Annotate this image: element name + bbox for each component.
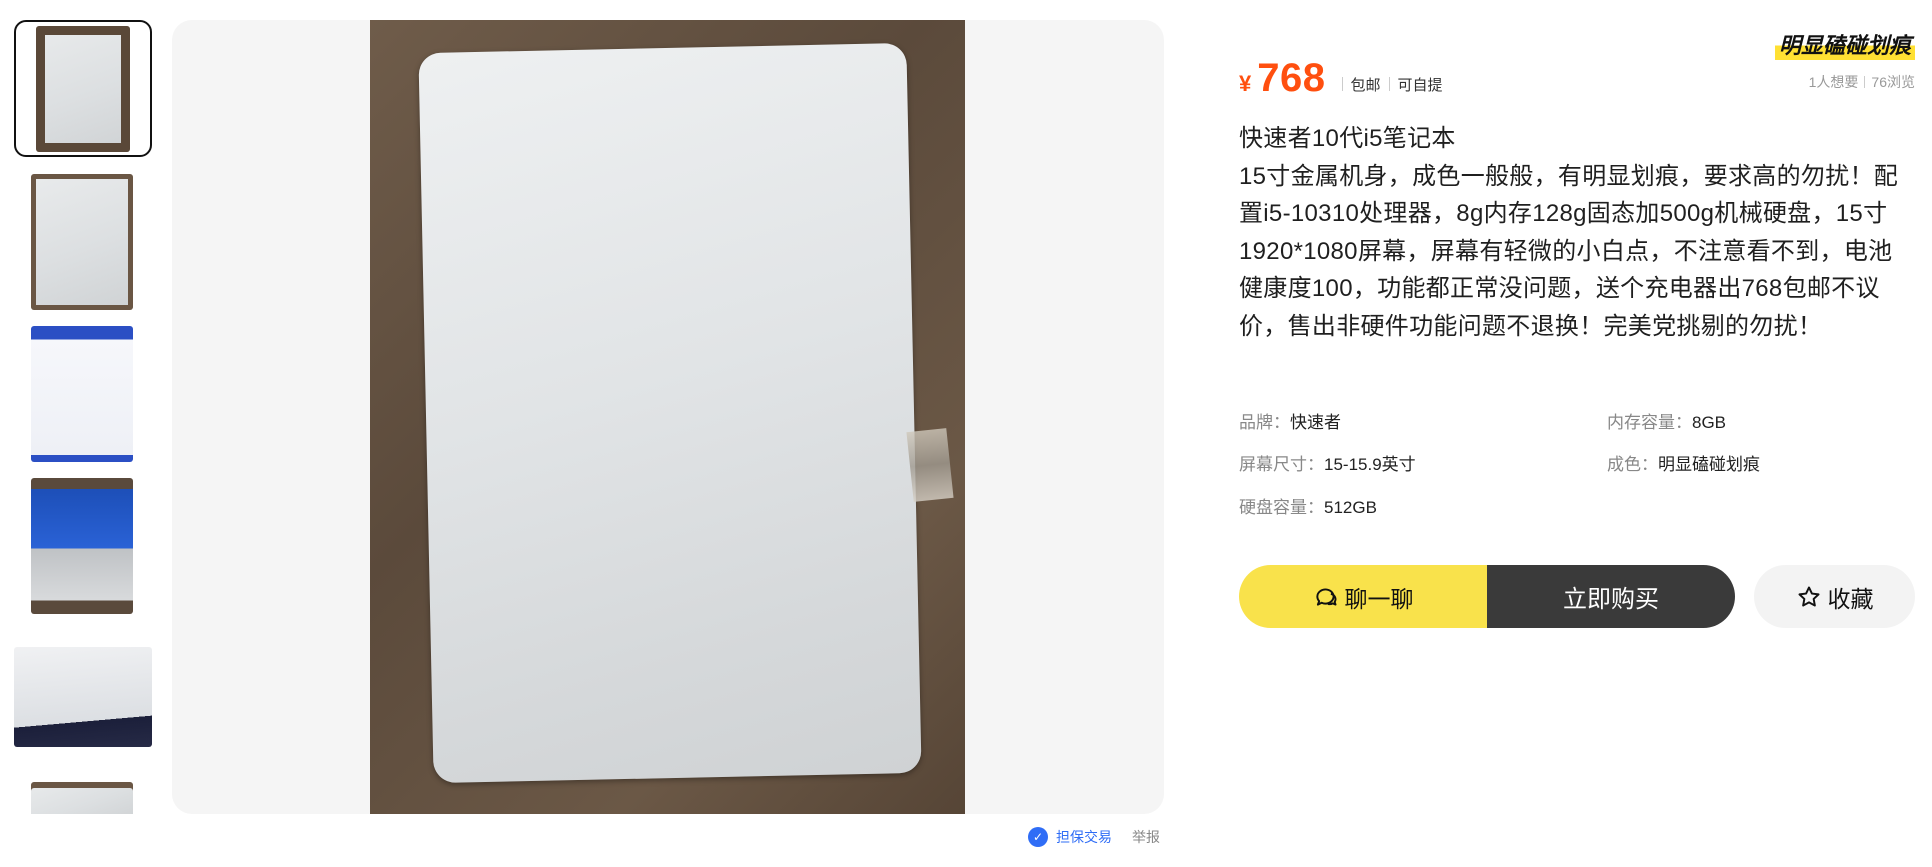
attr-key: 成色： [1607,455,1658,474]
attr-key: 屏幕尺寸： [1239,455,1324,474]
chat-bubble-icon [1313,584,1339,610]
thumbnail-lid-top[interactable] [36,26,130,152]
thumbnail-partial[interactable] [31,782,133,814]
listing-description: 快速者10代i5笔记本 15寸金属机身，成色一般般，有明显划痕，要求高的勿扰！配… [1239,125,1899,340]
views-count: 76浏览 [1871,74,1915,90]
thumbnail-bottom[interactable] [31,174,133,310]
buy-label: 立即购买 [1563,586,1659,613]
condition-tag: 明显磕碰划痕 [1774,28,1915,60]
attr-key: 硬盘容量： [1239,498,1324,517]
attr-condition: 成色：明显磕碰划痕 [1607,450,1760,475]
star-icon [1796,584,1822,610]
thumbnail-screen-specs[interactable] [31,326,133,462]
currency-symbol: ¥ [1239,71,1252,96]
favorite-button[interactable]: 收藏 [1754,565,1915,628]
main-product-photo [370,20,965,814]
attr-key: 品牌： [1239,413,1290,432]
price-row: ¥ 768 包邮 可自提 [1239,56,1443,101]
attr-value: 明显磕碰划痕 [1658,455,1760,474]
tag-pickup: 可自提 [1397,76,1443,94]
laptop-lid-image [418,42,922,784]
favorite-label: 收藏 [1827,585,1874,612]
chat-button[interactable]: 聊一聊 [1239,565,1487,628]
shield-icon: ✓ [1028,827,1048,847]
report-link[interactable]: 举报 [1132,827,1160,847]
chat-label: 聊一聊 [1344,585,1414,612]
thumbnail-laptop-open[interactable] [31,478,133,614]
action-bar: 聊一聊 立即购买 收藏 [1239,565,1915,629]
attr-screen-size: 屏幕尺寸：15-15.9英寸 [1239,450,1416,475]
tape-image [906,428,954,502]
trust-row: ✓ 担保交易 举报 [1028,827,1160,847]
attr-value: 8GB [1692,413,1727,432]
wants-count: 1人想要 [1808,74,1859,90]
guarantee-link[interactable]: 担保交易 [1056,827,1112,847]
attr-value: 快速者 [1290,413,1341,432]
attr-memory: 内存容量：8GB [1607,408,1726,433]
thumbnail-screen-closeup[interactable] [14,647,152,747]
main-image-viewer[interactable] [172,20,1164,814]
attr-value: 15-15.9英寸 [1324,455,1416,474]
tag-shipping: 包邮 [1350,76,1381,94]
buy-now-button[interactable]: 立即购买 [1487,565,1735,628]
listing-stats: 1人想要 76浏览 [1809,72,1915,92]
price-value: 768 [1257,56,1326,100]
attr-storage: 硬盘容量：512GB [1239,493,1377,518]
attr-brand: 品牌：快速者 [1239,408,1341,433]
attr-key: 内存容量： [1607,413,1692,432]
attr-value: 512GB [1324,498,1377,517]
price-tags: 包邮 可自提 [1334,74,1443,95]
thumbnail-strip [14,20,152,814]
